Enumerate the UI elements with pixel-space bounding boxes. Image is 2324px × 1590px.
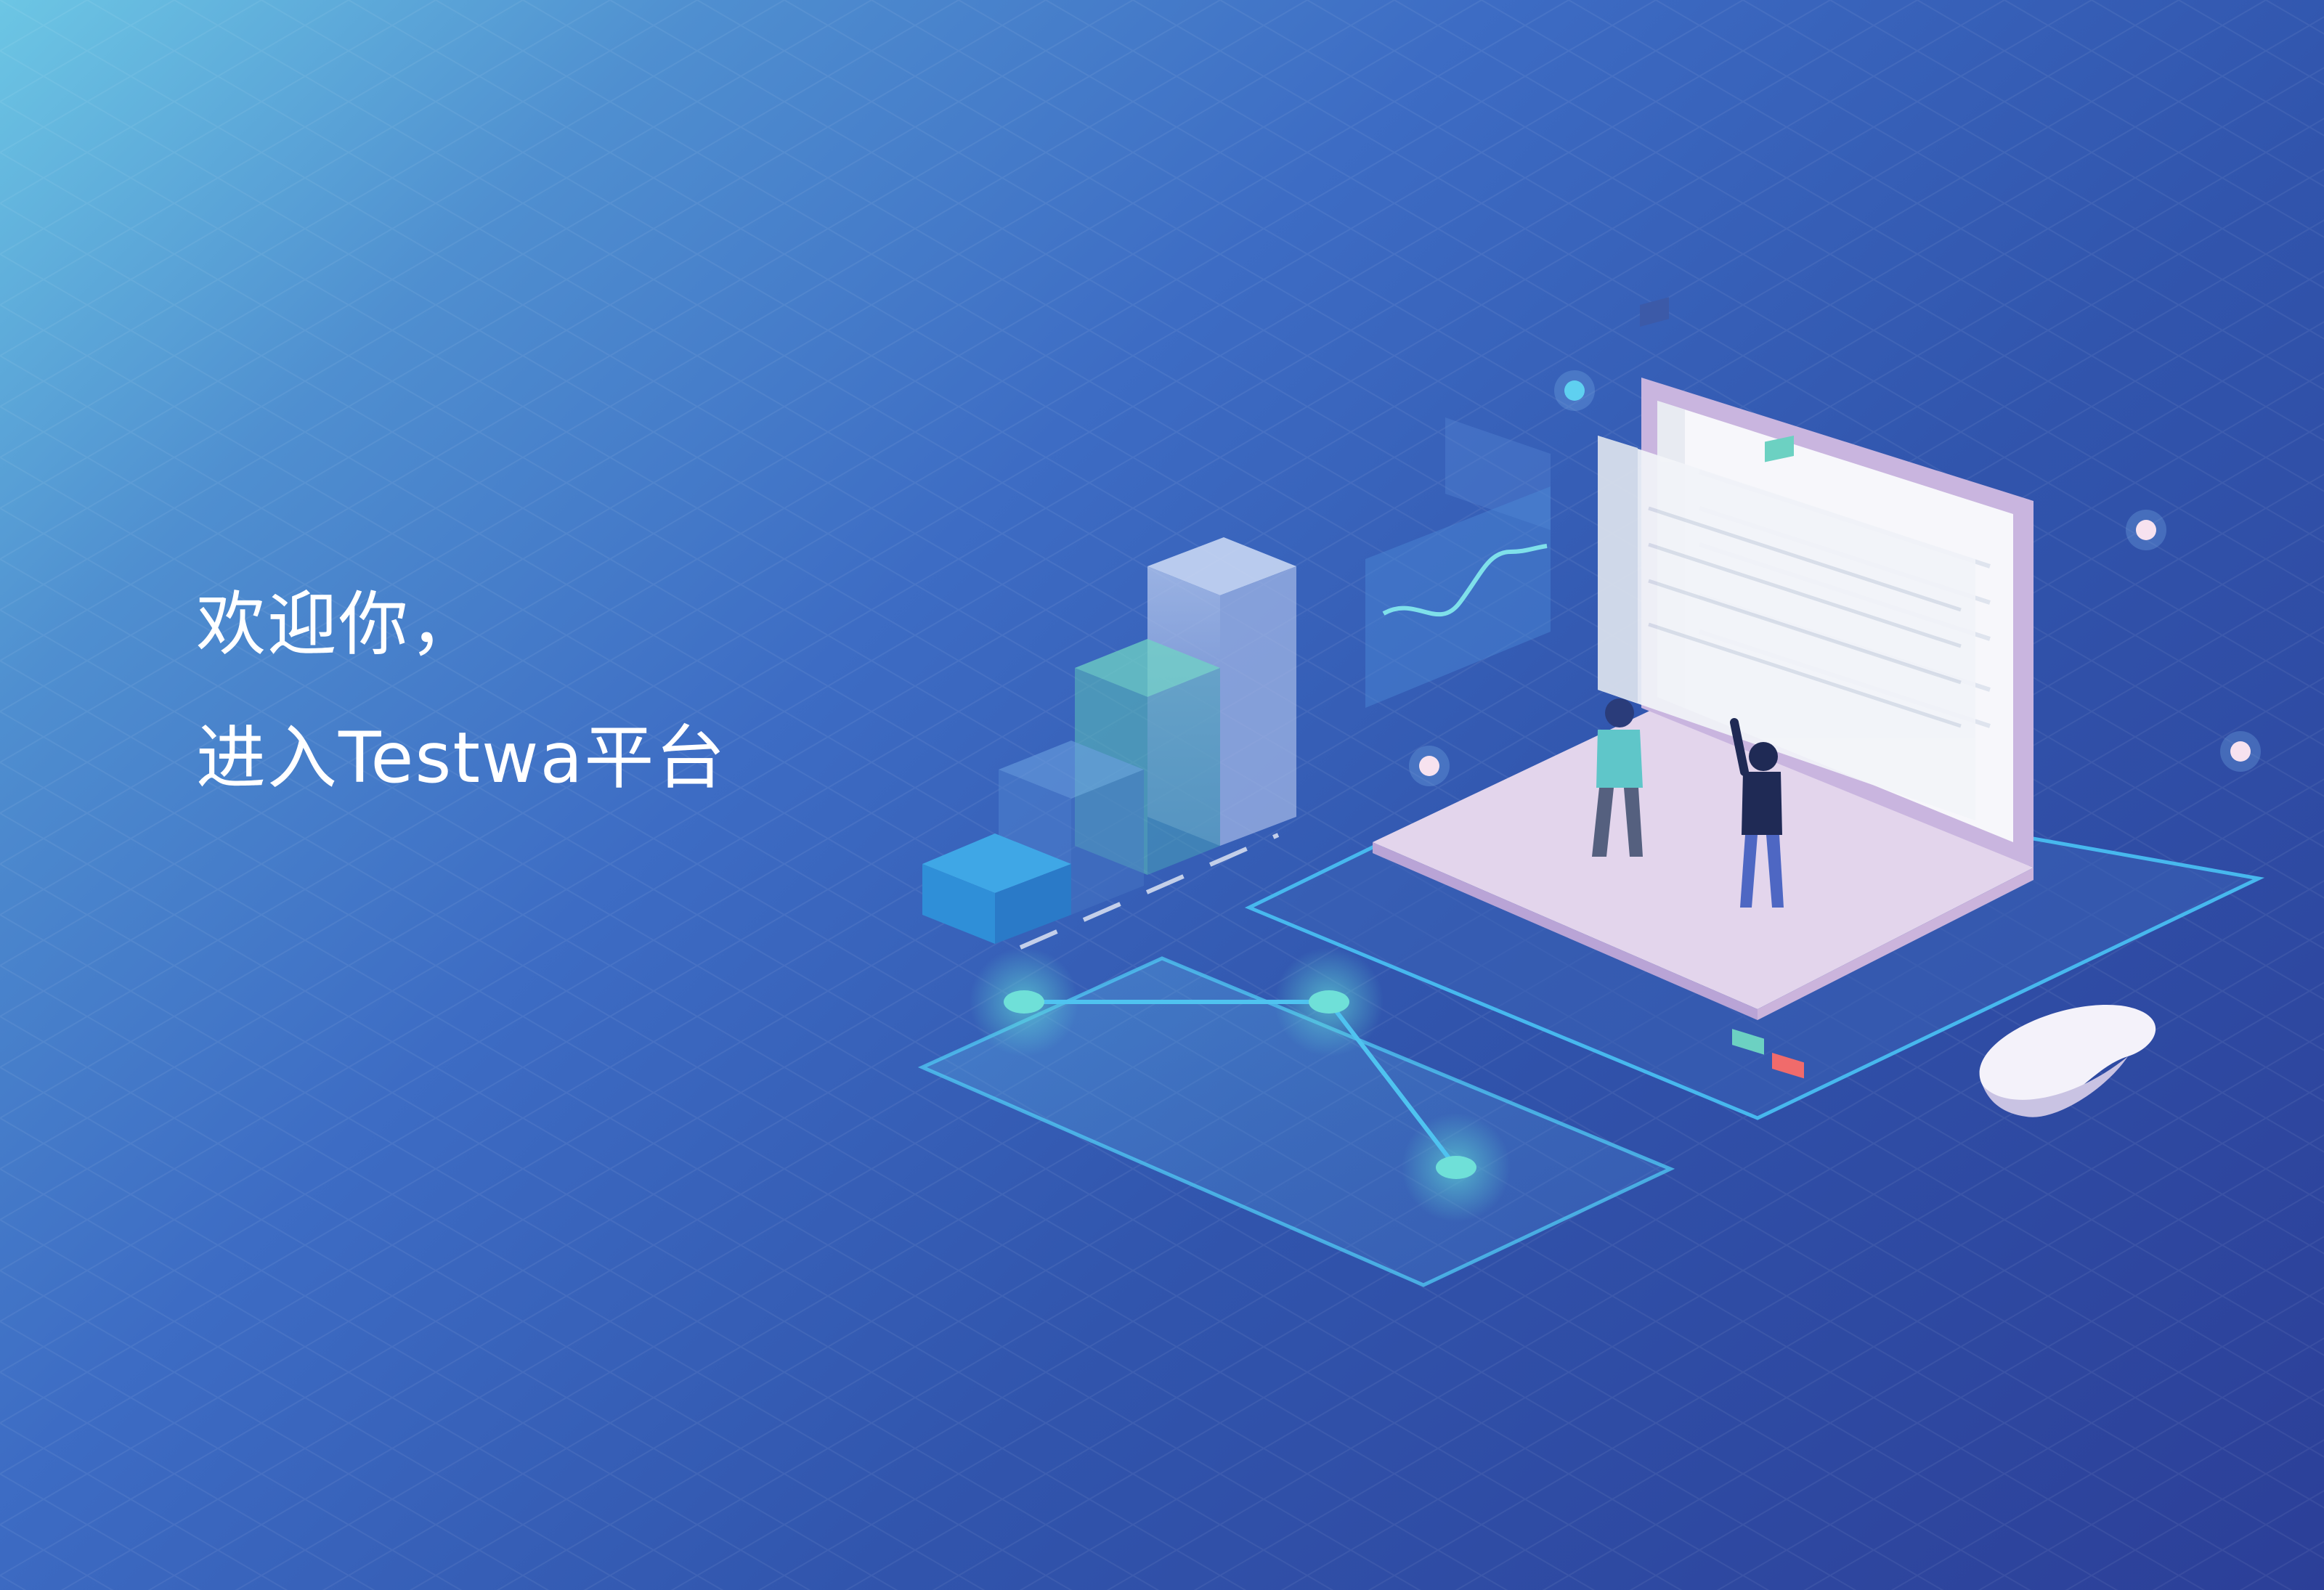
welcome-line-1: 欢迎你， <box>196 584 481 665</box>
welcome-line-2: 进入Testwa平台 <box>196 717 727 799</box>
welcome-text: 欢迎你， 进入Testwa平台 <box>196 581 726 802</box>
